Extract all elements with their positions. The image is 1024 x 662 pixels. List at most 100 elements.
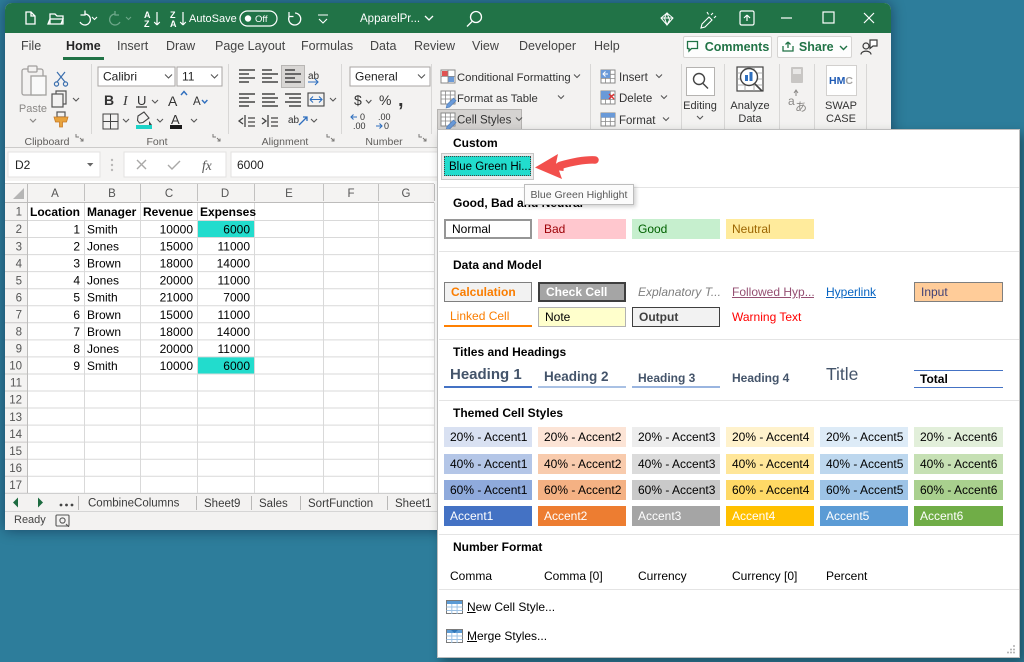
svg-text:9: 9 — [73, 359, 80, 373]
svg-text:A: A — [171, 112, 180, 127]
svg-text:Font: Font — [146, 136, 167, 148]
svg-text:CombineColumns: CombineColumns — [88, 498, 180, 510]
svg-text:4: 4 — [16, 258, 23, 270]
svg-text:16: 16 — [9, 463, 22, 475]
svg-text:10000: 10000 — [160, 223, 194, 237]
svg-text:G: G — [402, 188, 411, 200]
svg-text:14000: 14000 — [217, 257, 251, 271]
svg-text:15000: 15000 — [160, 240, 194, 254]
svg-text:21000: 21000 — [160, 291, 194, 305]
svg-text:11000: 11000 — [218, 308, 251, 322]
svg-text:C: C — [165, 188, 173, 200]
svg-text:Z: Z — [144, 19, 150, 29]
svg-text:1: 1 — [16, 207, 22, 219]
svg-text:Manager: Manager — [87, 205, 137, 219]
svg-text:I: I — [122, 94, 129, 109]
svg-text:8: 8 — [73, 342, 80, 356]
svg-text:Expenses: Expenses — [200, 205, 256, 219]
svg-text:Location: Location — [30, 205, 80, 219]
svg-text:Smith: Smith — [87, 291, 118, 305]
svg-text:4: 4 — [73, 274, 80, 288]
svg-text:Off: Off — [255, 14, 268, 25]
svg-text:Sales: Sales — [259, 498, 288, 510]
svg-text:13: 13 — [9, 412, 22, 424]
svg-text:Number: Number — [365, 136, 403, 148]
svg-text:Brown: Brown — [87, 257, 121, 271]
svg-text:15000: 15000 — [160, 308, 194, 322]
svg-text:AutoSave: AutoSave — [189, 13, 237, 25]
svg-text:Cell Styles: Cell Styles — [457, 115, 512, 127]
svg-text:11000: 11000 — [218, 342, 251, 356]
svg-text:Jones: Jones — [87, 240, 119, 254]
svg-text:2: 2 — [16, 224, 22, 236]
svg-text:6: 6 — [16, 292, 22, 304]
svg-text:Brown: Brown — [87, 325, 121, 339]
svg-text:,: , — [398, 89, 404, 111]
svg-text:Paste: Paste — [19, 103, 47, 115]
svg-text:15: 15 — [9, 446, 22, 458]
svg-text:E: E — [285, 188, 293, 200]
svg-text:7: 7 — [16, 310, 22, 322]
svg-text:Smith: Smith — [87, 223, 118, 237]
svg-text:ab: ab — [288, 115, 300, 126]
svg-text:11: 11 — [10, 378, 22, 390]
svg-text:11: 11 — [182, 70, 195, 84]
svg-text:Insert: Insert — [619, 72, 649, 84]
svg-text:Jones: Jones — [87, 274, 119, 288]
svg-text:6000: 6000 — [223, 359, 250, 373]
svg-text:Data: Data — [738, 113, 762, 125]
svg-text:7: 7 — [73, 325, 80, 339]
svg-text:10: 10 — [9, 361, 22, 373]
svg-text:1: 1 — [73, 223, 80, 237]
svg-text:8: 8 — [16, 327, 22, 339]
svg-text:6: 6 — [73, 308, 80, 322]
svg-text:a: a — [788, 94, 795, 108]
svg-text:Sheet9: Sheet9 — [204, 498, 240, 510]
svg-text:17: 17 — [9, 480, 22, 492]
svg-text:Alignment: Alignment — [262, 136, 309, 148]
svg-text:Analyze: Analyze — [730, 100, 769, 112]
svg-text:fx: fx — [202, 158, 212, 173]
svg-text:14: 14 — [9, 429, 22, 441]
svg-text:HMC: HMC — [829, 75, 853, 87]
svg-text:14000: 14000 — [217, 325, 251, 339]
svg-text:SWAP: SWAP — [825, 100, 857, 112]
svg-text:あ: あ — [795, 100, 807, 114]
svg-text:6000: 6000 — [237, 158, 264, 172]
svg-text:Calibri: Calibri — [103, 70, 137, 84]
svg-text:CASE: CASE — [826, 113, 856, 125]
svg-text:20000: 20000 — [160, 342, 194, 356]
svg-text:2: 2 — [73, 240, 80, 254]
svg-text:B: B — [104, 92, 114, 108]
svg-text:Editing: Editing — [683, 100, 717, 112]
svg-text:Conditional Formatting: Conditional Formatting — [457, 72, 571, 84]
svg-text:Delete: Delete — [619, 93, 652, 105]
svg-text:ApparelPr...: ApparelPr... — [360, 13, 420, 25]
svg-text:Format: Format — [619, 115, 656, 127]
svg-text:7000: 7000 — [223, 291, 250, 305]
svg-text:20000: 20000 — [160, 274, 194, 288]
svg-text:$: $ — [354, 92, 362, 108]
svg-text:Revenue: Revenue — [143, 205, 193, 219]
svg-text:10000: 10000 — [160, 359, 194, 373]
svg-text:ab: ab — [308, 71, 320, 82]
svg-text:3: 3 — [73, 257, 80, 271]
svg-text:3: 3 — [16, 241, 22, 253]
svg-text:Jones: Jones — [87, 342, 119, 356]
svg-text:U: U — [137, 93, 146, 108]
svg-text:B: B — [108, 188, 116, 200]
svg-text:6000: 6000 — [223, 223, 250, 237]
svg-text:Sheet1: Sheet1 — [395, 498, 431, 510]
svg-text:A: A — [168, 93, 178, 109]
svg-text:.00: .00 — [353, 121, 366, 131]
svg-text:11000: 11000 — [218, 274, 251, 288]
svg-text:11000: 11000 — [218, 240, 251, 254]
svg-text:SortFunction: SortFunction — [308, 498, 373, 510]
svg-text:5: 5 — [16, 275, 22, 287]
svg-text:Format as Table: Format as Table — [457, 93, 538, 105]
svg-text:D2: D2 — [15, 158, 31, 172]
svg-text:Brown: Brown — [87, 308, 121, 322]
svg-text:12: 12 — [9, 395, 22, 407]
svg-text:General: General — [355, 70, 398, 84]
svg-text:0: 0 — [384, 121, 389, 131]
